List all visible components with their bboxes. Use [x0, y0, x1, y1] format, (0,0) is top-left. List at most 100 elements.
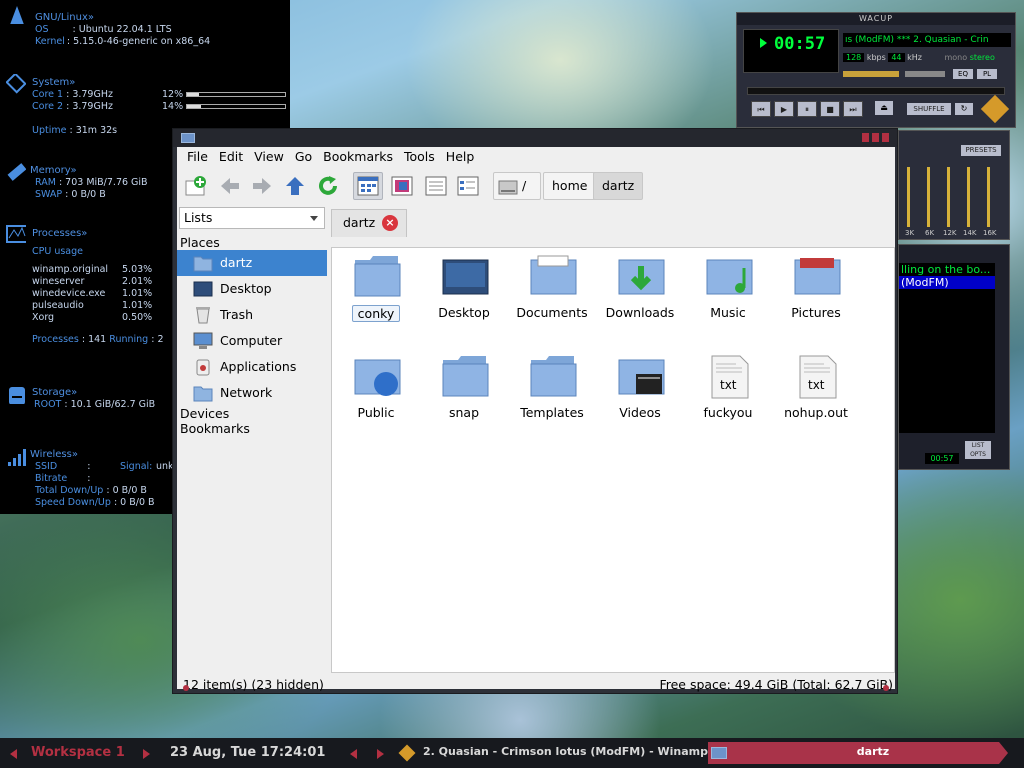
file-item[interactable]: txt fuckyou — [686, 350, 770, 430]
folder-view-pane: dartz × conky Desktop Documents Downloads Mu… — [331, 205, 895, 673]
detailed-view-icon — [457, 176, 479, 196]
compact-view-button[interactable] — [421, 172, 451, 200]
eq-toggle-button[interactable]: EQ — [953, 69, 973, 79]
up-button[interactable] — [280, 172, 310, 200]
task-winamp[interactable]: 2. Quasian - Crimson lotus (ModFM) - Win… — [397, 742, 708, 764]
menu-bookmarks[interactable]: Bookmarks — [319, 147, 400, 167]
repeat-button[interactable]: ↻ — [955, 103, 973, 115]
eq-slider[interactable] — [987, 167, 990, 227]
next-button[interactable]: ⏭ — [843, 101, 863, 117]
folder-item[interactable]: Music — [686, 250, 770, 330]
menu-help[interactable]: Help — [442, 147, 482, 167]
previous-button[interactable]: ⏮ — [751, 101, 771, 117]
menu-go[interactable]: Go — [291, 147, 319, 167]
folder-item[interactable]: Templates — [510, 350, 594, 430]
window-corner-dot — [883, 685, 889, 691]
menu-tools[interactable]: Tools — [400, 147, 442, 167]
winamp-playlist[interactable]: lling on the bo... (ModFM) 00:57 LIST OP… — [898, 244, 1010, 470]
folder-item[interactable]: conky — [334, 250, 418, 330]
winamp-logo-icon — [980, 94, 1010, 124]
winamp-equalizer[interactable]: PRESETS 3K 6K 12K 14K 16K — [898, 130, 1010, 240]
playlist-toggle-button[interactable]: PL — [977, 69, 997, 79]
conky-core1-pct: 12% — [162, 89, 184, 100]
eq-slider[interactable] — [907, 167, 910, 227]
breadcrumb-root[interactable]: / — [493, 172, 541, 200]
place-item-applications[interactable]: Applications — [177, 354, 327, 380]
folder-item[interactable]: Downloads — [598, 250, 682, 330]
devices-header[interactable]: Devices — [180, 406, 229, 421]
workspace-label[interactable]: Workspace 1 — [31, 745, 125, 760]
workspace-prev-icon[interactable] — [10, 749, 17, 759]
drive-icon — [498, 180, 518, 194]
menu-edit[interactable]: Edit — [215, 147, 250, 167]
folder-item[interactable]: Videos — [598, 350, 682, 430]
clock[interactable]: 23 Aug, Tue 17:24:01 — [170, 745, 325, 760]
shuffle-button[interactable]: SHUFFLE — [907, 103, 951, 115]
task-file-manager[interactable]: dartz — [708, 742, 1008, 764]
pause-button[interactable]: ⏸ — [797, 101, 817, 117]
seek-bar[interactable] — [747, 87, 1005, 95]
eq-presets-button[interactable]: PRESETS — [961, 145, 1001, 156]
folder-item[interactable]: Desktop — [422, 250, 506, 330]
file-item-label: Pictures — [791, 305, 841, 320]
task-next-icon[interactable] — [377, 749, 384, 759]
forward-button[interactable] — [247, 172, 277, 200]
winamp-time[interactable]: 00:57 — [774, 34, 825, 54]
folder-item[interactable]: Pictures — [774, 250, 858, 330]
new-tab-button[interactable] — [181, 172, 211, 200]
thumbnail-view-button[interactable] — [387, 172, 417, 200]
detailed-view-button[interactable] — [453, 172, 483, 200]
place-item-home[interactable]: dartz — [177, 250, 327, 276]
list-options-button[interactable]: LIST OPTS — [965, 441, 991, 459]
place-item-computer[interactable]: Computer — [177, 328, 327, 354]
documents-folder-icon — [530, 255, 577, 295]
conky-speed-label: Speed Down/Up — [35, 497, 111, 508]
eq-slider[interactable] — [927, 167, 930, 227]
balance-slider[interactable] — [905, 71, 945, 77]
file-item[interactable]: txt nohup.out — [774, 350, 858, 430]
place-item-desktop[interactable]: Desktop — [177, 276, 327, 302]
tab-dartz[interactable]: dartz × — [331, 209, 407, 237]
folder-item[interactable]: Documents — [510, 250, 594, 330]
window-buttons — [862, 133, 889, 142]
maximize-button[interactable] — [872, 133, 879, 142]
side-pane-mode-select[interactable]: Lists — [179, 207, 325, 229]
back-button[interactable] — [215, 172, 245, 200]
icon-view-button[interactable] — [353, 172, 383, 200]
play-button[interactable]: ▶ — [774, 101, 794, 117]
winamp-main-window[interactable]: WACUP 00:57 ıs (ModFM) *** 2. Quasian - … — [736, 12, 1016, 128]
stop-button[interactable]: ■ — [820, 101, 840, 117]
close-button[interactable] — [882, 133, 889, 142]
file-item-label: Downloads — [605, 305, 675, 320]
file-grid[interactable]: conky Desktop Documents Downloads Music Pictu… — [331, 247, 895, 673]
breadcrumb-current[interactable]: dartz — [593, 172, 644, 200]
place-item-network[interactable]: Network — [177, 380, 327, 406]
folder-item[interactable]: Public — [334, 350, 418, 430]
folder-folder-icon — [354, 256, 401, 297]
menu-file[interactable]: File — [183, 147, 215, 167]
playlist-list[interactable]: lling on the bo... (ModFM) — [899, 263, 995, 433]
eject-button[interactable]: ⏏ — [875, 101, 893, 115]
bookmarks-header[interactable]: Bookmarks — [180, 421, 250, 436]
playlist-item[interactable]: lling on the bo... — [899, 263, 995, 276]
eq-slider[interactable] — [947, 167, 950, 227]
eq-slider[interactable] — [967, 167, 970, 227]
folder-item[interactable]: snap — [422, 350, 506, 430]
menu-view[interactable]: View — [250, 147, 291, 167]
playlist-item-selected[interactable]: (ModFM) — [899, 276, 995, 289]
cpu-icon — [6, 74, 26, 94]
conky-process-name: winamp.original — [32, 264, 109, 275]
winamp-titlebar[interactable]: WACUP — [737, 13, 1015, 25]
reload-button[interactable] — [313, 172, 343, 200]
minimize-button[interactable] — [862, 133, 869, 142]
file-manager-window[interactable]: File Edit View Go Bookmarks Tools Help /… — [172, 128, 898, 694]
breadcrumb-home[interactable]: home — [543, 172, 597, 200]
window-titlebar[interactable] — [173, 129, 897, 147]
place-item-trash[interactable]: Trash — [177, 302, 327, 328]
volume-slider[interactable] — [843, 71, 899, 77]
close-tab-icon[interactable]: × — [382, 215, 398, 231]
conky-total-value: : 0 B/0 B — [106, 485, 147, 496]
task-prev-icon[interactable] — [350, 749, 357, 759]
workspace-next-icon[interactable] — [143, 749, 150, 759]
places-header[interactable]: Places — [180, 235, 220, 250]
